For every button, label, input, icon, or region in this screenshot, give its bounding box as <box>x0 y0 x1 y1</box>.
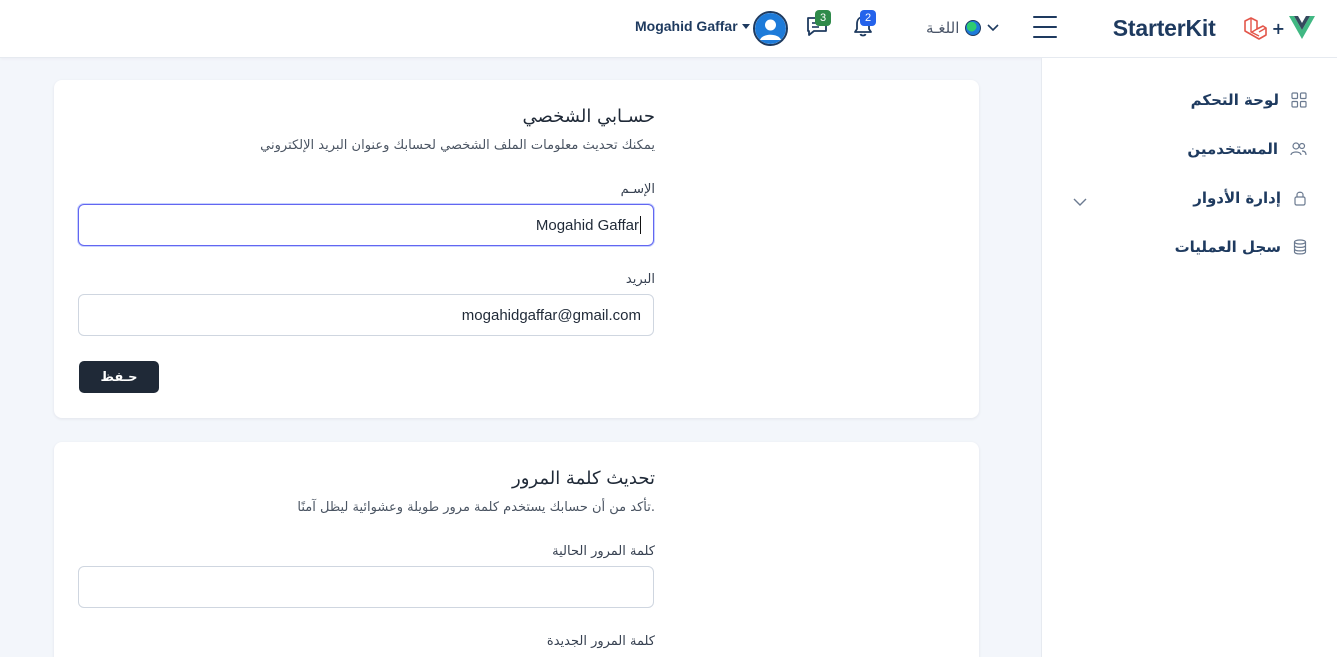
sidebar: لوحة التحكم المستخدمين إدارة الأدوار سجل… <box>1041 58 1337 657</box>
messages-badge: 3 <box>815 10 831 26</box>
text-cursor <box>640 216 641 234</box>
database-icon <box>1293 239 1307 255</box>
name-input[interactable]: Mogahid Gaffar <box>78 204 654 246</box>
sidebar-item-dashboard[interactable]: لوحة التحكم <box>1191 87 1307 113</box>
name-input-value: Mogahid Gaffar <box>535 216 639 234</box>
password-card: تحديث كلمة المرور .تأكد من أن حسابك يستخ… <box>54 442 979 657</box>
laravel-logo-icon <box>1243 17 1267 40</box>
language-selector[interactable]: اللغـة <box>926 16 999 40</box>
grid-icon <box>1291 92 1307 108</box>
roles-expand-toggle[interactable] <box>1073 192 1087 211</box>
email-input[interactable]: mogahidgaffar@gmail.com <box>78 294 654 336</box>
chevron-down-icon <box>1073 198 1087 206</box>
hamburger-line <box>1033 26 1057 28</box>
messages-button[interactable]: 3 <box>805 10 831 42</box>
current-password-input[interactable] <box>78 566 654 608</box>
email-label: البريد <box>625 272 655 287</box>
brand-logos: + <box>1242 15 1315 41</box>
user-avatar-icon <box>755 13 786 44</box>
current-password-label: كلمة المرور الحالية <box>552 544 655 559</box>
password-title: تحديث كلمة المرور <box>512 468 655 489</box>
caret-down-icon <box>741 23 750 29</box>
user-menu-dropdown[interactable]: Mogahid Gaffar <box>635 18 750 34</box>
users-icon <box>1290 142 1307 156</box>
new-password-label: كلمة المرور الجديدة <box>546 634 655 649</box>
top-header: StarterKit + اللغـة 2 3 Mogahid Gaffar <box>0 0 1337 58</box>
password-description: .تأكد من أن حسابك يستخدم كلمة مرور طويلة… <box>297 500 655 515</box>
avatar[interactable] <box>753 11 788 46</box>
email-input-value: mogahidgaffar@gmail.com <box>461 306 641 324</box>
vue-logo-icon <box>1289 16 1315 39</box>
profile-card: حسـابي الشخصي يمكنك تحديث معلومات الملف … <box>54 80 979 418</box>
brand-plus: + <box>1271 18 1285 38</box>
sidebar-item-label: إدارة الأدوار <box>1193 189 1281 207</box>
notifications-button[interactable]: 2 <box>853 10 876 42</box>
brand-title: StarterKit <box>1112 14 1216 41</box>
hamburger-line <box>1033 16 1057 18</box>
notifications-badge: 2 <box>860 10 876 26</box>
language-label: اللغـة <box>926 19 960 37</box>
sidebar-item-label: المستخدمين <box>1187 140 1278 158</box>
lock-icon <box>1294 191 1306 206</box>
sidebar-item-users[interactable]: المستخدمين <box>1187 136 1307 162</box>
user-name: Mogahid Gaffar <box>635 18 738 34</box>
brand[interactable]: StarterKit + <box>1113 12 1315 44</box>
name-label: الإسـم <box>620 182 655 197</box>
menu-toggle-button[interactable] <box>1033 16 1057 38</box>
sidebar-item-activity-log[interactable]: سجل العمليات <box>1175 234 1307 260</box>
save-button[interactable]: حـفظ <box>79 361 159 393</box>
sidebar-item-roles[interactable]: إدارة الأدوار <box>1193 185 1307 211</box>
sidebar-item-label: سجل العمليات <box>1174 238 1281 256</box>
hamburger-line <box>1033 36 1057 38</box>
sidebar-item-label: لوحة التحكم <box>1190 91 1279 109</box>
chevron-down-icon <box>987 24 999 32</box>
globe-icon <box>965 20 982 36</box>
profile-title: حسـابي الشخصي <box>522 106 655 127</box>
profile-description: يمكنك تحديث معلومات الملف الشخصي لحسابك … <box>260 138 655 153</box>
